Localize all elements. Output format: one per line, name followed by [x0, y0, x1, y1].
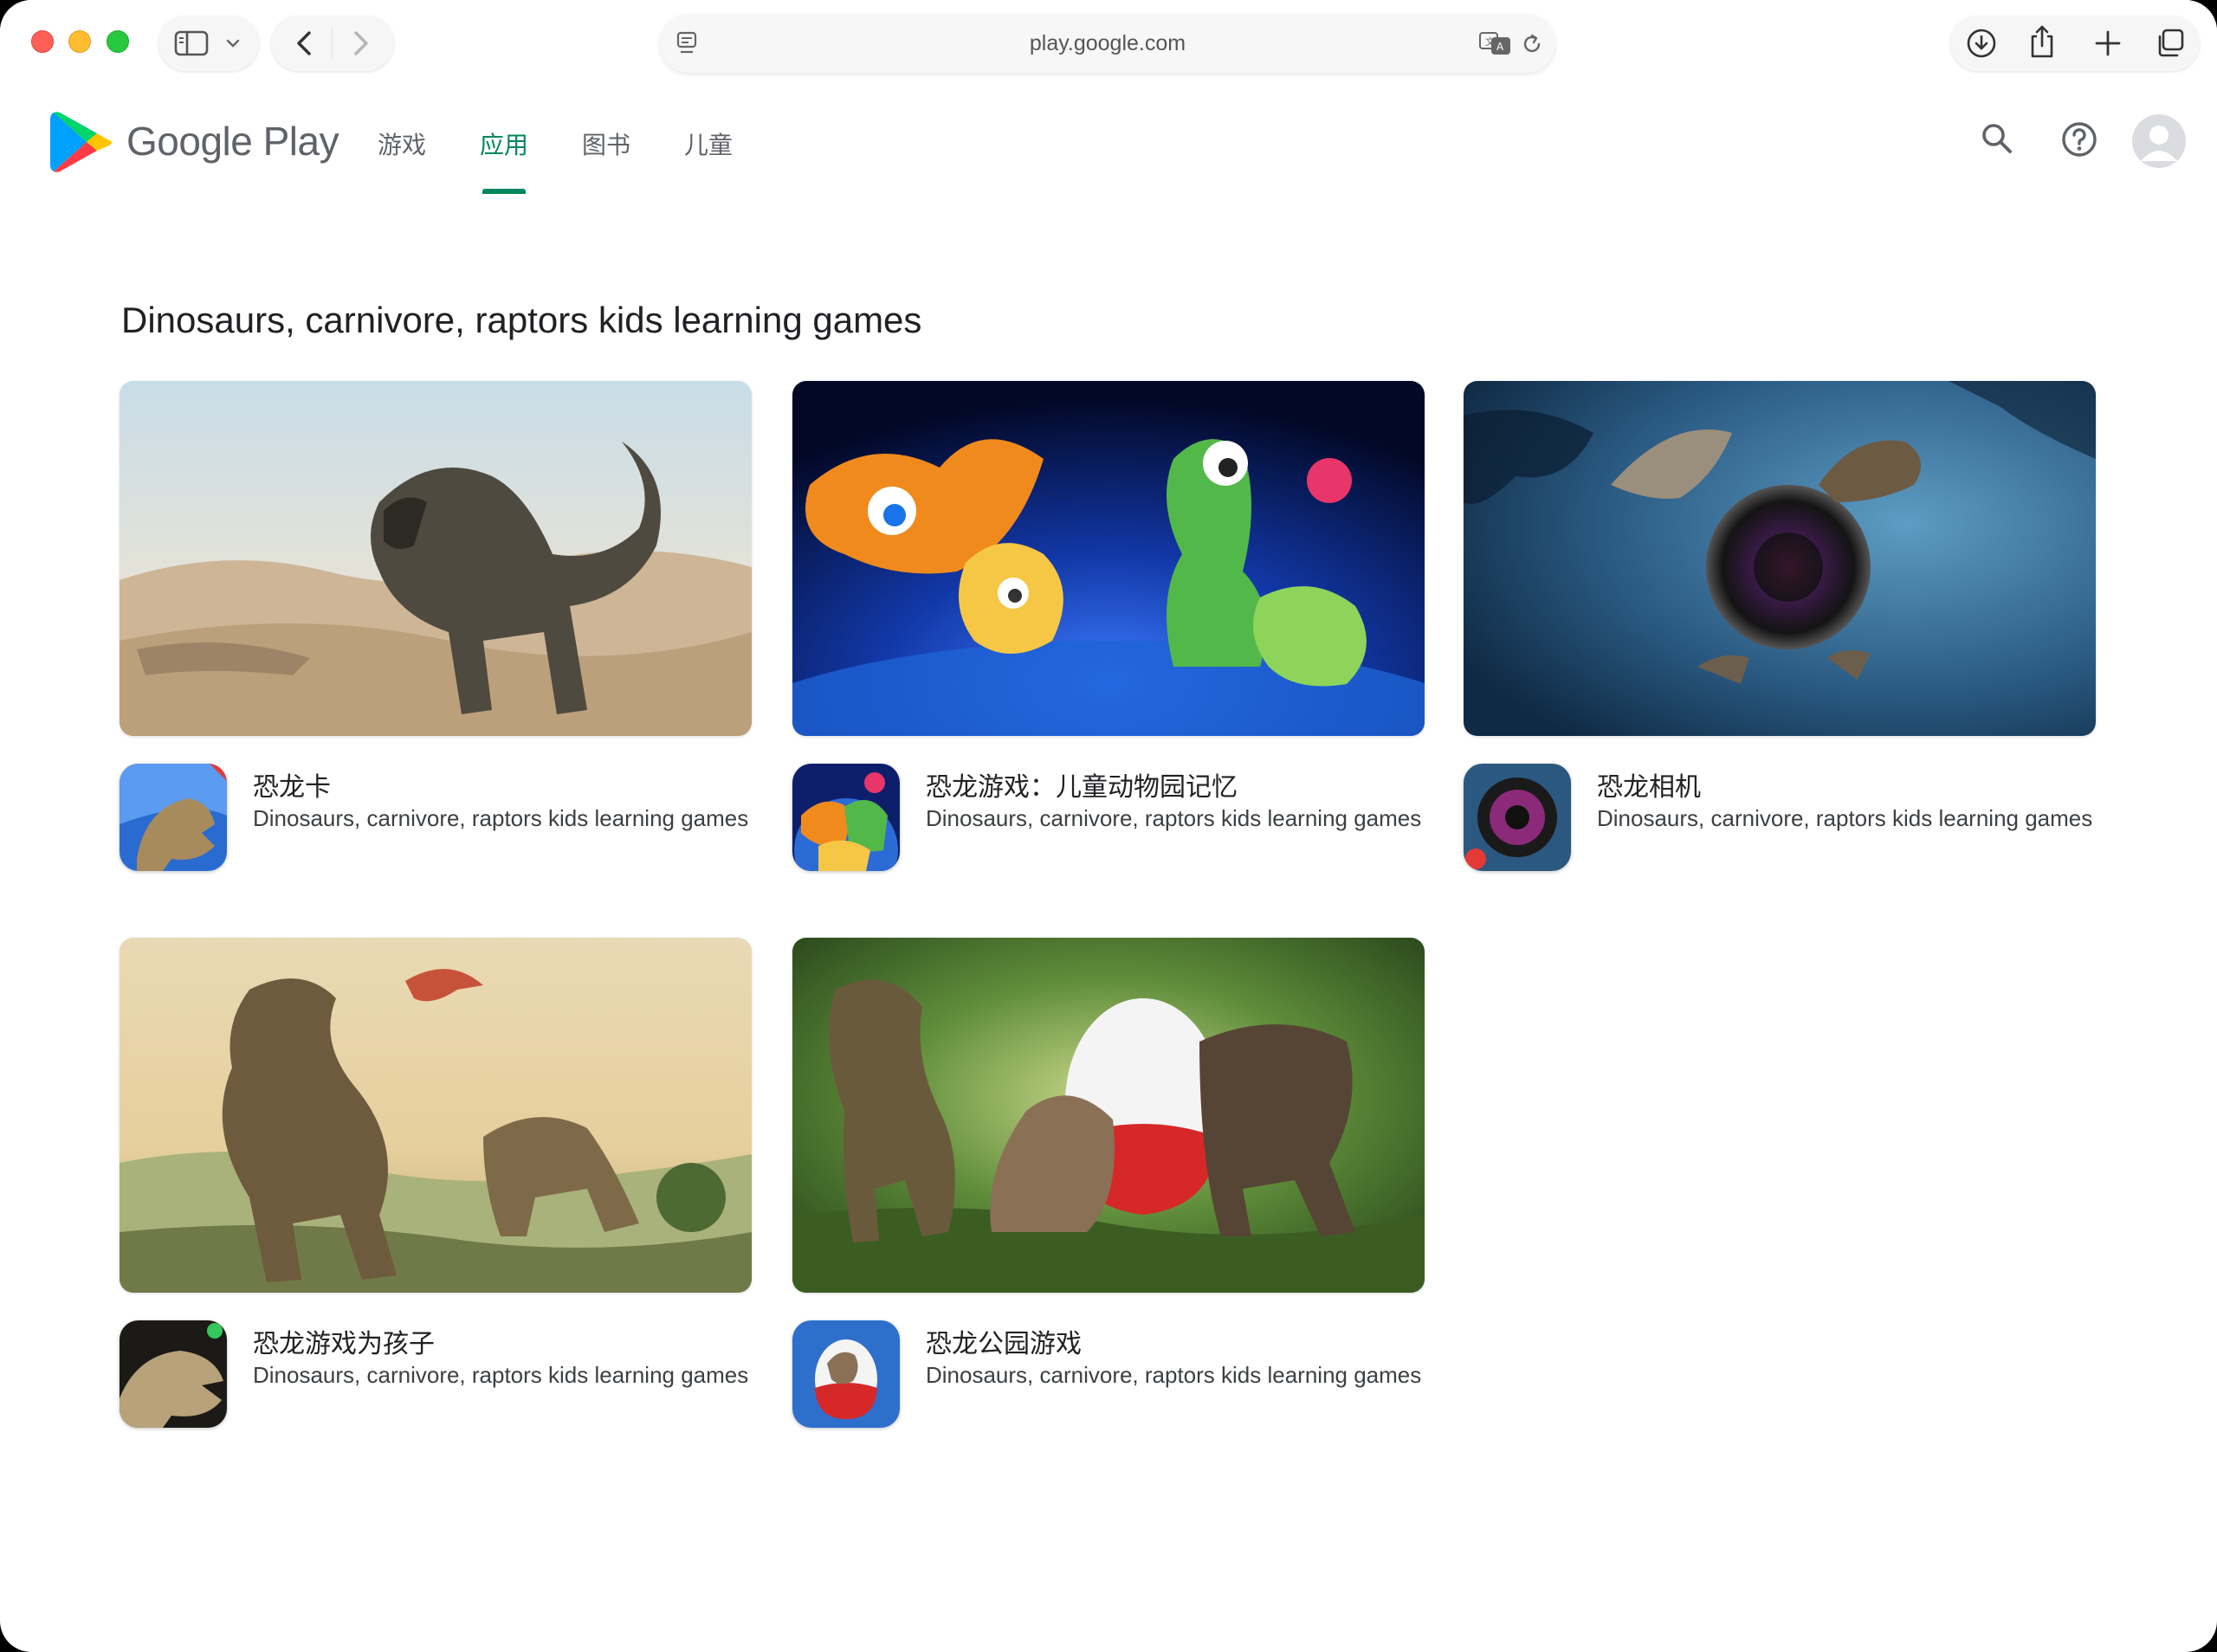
google-play-logo-icon[interactable] — [50, 109, 114, 175]
play-header: Google Play 游戏 应用 图书 儿童 — [0, 95, 2217, 196]
sidebar-toggle-button[interactable] — [158, 16, 259, 71]
account-icon — [2141, 126, 2177, 161]
app-developer[interactable]: Dinosaurs, carnivore, raptors kids learn… — [1597, 805, 2096, 832]
app-banner[interactable] — [120, 938, 752, 1293]
reload-icon[interactable] — [1521, 33, 1543, 55]
app-card[interactable]: 恐龙公园游戏 Dinosaurs, carnivore, raptors kid… — [792, 938, 1425, 1431]
search-icon[interactable] — [1980, 121, 2014, 156]
translate-icon[interactable]: 文 A — [1479, 31, 1512, 55]
app-name[interactable]: 恐龙游戏：儿童动物园记忆 — [926, 765, 1425, 803]
section-title: Dinosaurs, carnivore, raptors kids learn… — [121, 300, 922, 340]
url-text: play.google.com — [1029, 31, 1186, 55]
close-window-button[interactable] — [31, 30, 54, 53]
tab-overview-icon[interactable] — [2155, 28, 2186, 59]
chevron-down-icon — [226, 39, 240, 48]
svg-text:A: A — [1496, 41, 1504, 53]
sidebar-icon — [174, 30, 209, 56]
app-banner[interactable] — [792, 938, 1425, 1293]
app-banner[interactable] — [792, 381, 1425, 736]
app-icon[interactable] — [120, 764, 227, 871]
svg-text:文: 文 — [1485, 35, 1495, 48]
app-banner[interactable] — [120, 381, 752, 736]
navigation-buttons — [271, 16, 394, 71]
app-icon[interactable] — [1464, 764, 1571, 871]
app-name[interactable]: 恐龙公园游戏 — [926, 1322, 1425, 1360]
account-avatar[interactable] — [2132, 114, 2186, 168]
app-developer[interactable]: Dinosaurs, carnivore, raptors kids learn… — [926, 1362, 1425, 1389]
help-icon[interactable] — [2061, 121, 2097, 158]
brand-name[interactable]: Google Play — [126, 118, 339, 165]
tab-kids[interactable]: 儿童 — [684, 126, 733, 161]
new-tab-icon[interactable] — [2094, 29, 2122, 57]
minimize-window-button[interactable] — [68, 30, 91, 53]
toolbar-actions — [1950, 16, 2200, 71]
app-card[interactable]: 恐龙相机 Dinosaurs, carnivore, raptors kids … — [1464, 381, 2096, 874]
app-developer[interactable]: Dinosaurs, carnivore, raptors kids learn… — [253, 805, 752, 832]
app-icon[interactable] — [792, 764, 900, 871]
app-icon[interactable] — [792, 1320, 900, 1428]
app-developer[interactable]: Dinosaurs, carnivore, raptors kids learn… — [253, 1362, 752, 1389]
app-card[interactable]: 恐龙卡 Dinosaurs, carnivore, raptors kids l… — [120, 381, 752, 874]
zoom-window-button[interactable] — [107, 30, 129, 53]
active-tab-indicator — [482, 189, 526, 194]
app-card[interactable]: 恐龙游戏：儿童动物园记忆 Dinosaurs, carnivore, rapto… — [792, 381, 1425, 874]
app-developer[interactable]: Dinosaurs, carnivore, raptors kids learn… — [926, 805, 1425, 832]
address-bar[interactable]: play.google.com 文 A — [660, 14, 1555, 73]
forward-icon[interactable] — [351, 29, 372, 57]
browser-toolbar: play.google.com 文 A — [0, 0, 2217, 87]
app-name[interactable]: 恐龙游戏为孩子 — [253, 1322, 752, 1360]
app-banner[interactable] — [1464, 381, 2096, 736]
app-card[interactable]: 恐龙游戏为孩子 Dinosaurs, carnivore, raptors ki… — [120, 938, 752, 1431]
share-icon[interactable] — [2028, 24, 2056, 59]
browser-window: play.google.com 文 A Google Play 游戏 应用 图书… — [0, 0, 2217, 1652]
tab-apps[interactable]: 应用 — [480, 126, 528, 161]
app-name[interactable]: 恐龙卡 — [253, 765, 752, 803]
tab-games[interactable]: 游戏 — [378, 126, 426, 161]
app-icon[interactable] — [120, 1320, 227, 1428]
back-icon[interactable] — [294, 29, 314, 57]
app-name[interactable]: 恐龙相机 — [1597, 765, 2096, 803]
downloads-icon[interactable] — [1966, 28, 1997, 59]
tab-books[interactable]: 图书 — [582, 126, 630, 161]
